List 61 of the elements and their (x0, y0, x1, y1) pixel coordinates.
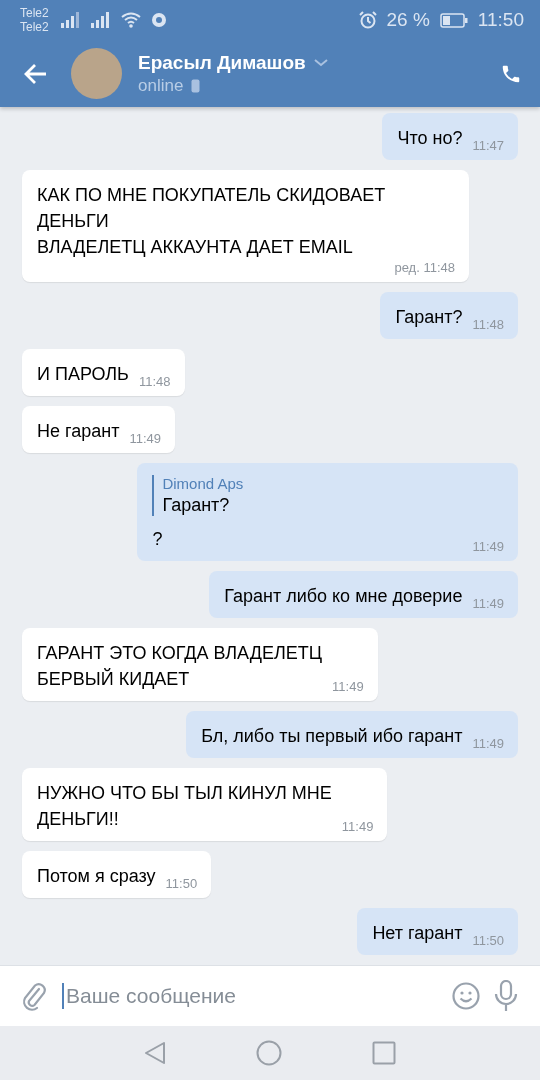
message-time: 11:49 (341, 819, 374, 834)
message-bubble[interactable]: ГАРАНТ ЭТО КОГДА ВЛАДЕЛЕТЦ БЕРВЫЙ КИДАЕТ 11:49 (22, 628, 378, 701)
message-text: Нет гарант (372, 922, 463, 945)
message-text: Бл, либо ты первый ибо гарант (201, 725, 463, 748)
message-time: ред. 11:48 (394, 260, 455, 275)
paperclip-icon[interactable] (22, 981, 48, 1011)
back-icon[interactable] (144, 1041, 166, 1065)
alarm-icon (358, 11, 377, 29)
message-text: Гарант либо ко мне доверие (224, 585, 463, 608)
message-bubble[interactable]: Что но? 11:47 (382, 113, 518, 160)
message-text: Не гарант (37, 420, 120, 443)
message-bubble[interactable]: Гарант либо ко мне доверие 11:49 (209, 571, 518, 618)
chevron-down-icon[interactable] (313, 58, 328, 67)
message-text: Гарант? (395, 306, 463, 329)
message-text: Потом я сразу (37, 865, 156, 888)
message-input[interactable]: Ваше сообщение (62, 983, 424, 1009)
message-text: ? (152, 528, 163, 551)
message-bubble[interactable]: Бл, либо ты первый ибо гарант 11:49 (186, 711, 518, 758)
message-bubble[interactable]: Dimond Aps Гарант? ? 11:49 (137, 463, 518, 561)
message-text: И ПАРОЛЬ (37, 363, 129, 386)
message-bubble[interactable]: Не гарант 11:49 (22, 406, 175, 453)
message-bubble[interactable]: КАК ПО МНЕ ПОКУПАТЕЛЬ СКИДОВАЕТ ДЕНЬГИ ВЛАДЕЛЕТЦ АККАУНТА ДАЕТ EMAIL ред. 11:48 (22, 170, 469, 282)
message-bubble[interactable]: Нет гарант 11:50 (357, 908, 518, 955)
message-text: КАК ПО МНЕ ПОКУПАТЕЛЬ СКИДОВАЕТ ДЕНЬГИ ВЛАДЕЛЕТЦ АККАУНТА ДАЕТ EMAIL (37, 184, 387, 259)
message-time: 11:49 (129, 431, 161, 446)
message-time: 11:49 (472, 596, 504, 611)
message-time: 11:50 (165, 876, 198, 891)
message-bubble[interactable]: И ПАРОЛЬ 11:48 (22, 349, 185, 396)
carrier-name: Tele2 (20, 20, 49, 34)
message-time: 11:49 (332, 679, 364, 694)
message-time: 11:48 (472, 317, 504, 332)
message-text: НУЖНО ЧТО БЫ ТЫЛ КИНУЛ МНЕ ДЕНЬГИ!! (37, 782, 332, 831)
message-bubble[interactable]: НУЖНО ЧТО БЫ ТЫЛ КИНУЛ МНЕ ДЕНЬГИ!! 11:49 (22, 768, 388, 841)
microphone-icon[interactable] (494, 980, 518, 1012)
browser-icon (150, 12, 167, 28)
wifi-icon (120, 12, 141, 28)
avatar[interactable] (71, 48, 122, 99)
message-time: 11:49 (472, 539, 504, 554)
reply-text: Гарант? (162, 495, 231, 516)
home-icon[interactable] (256, 1040, 282, 1066)
clock-time: 11:50 (477, 9, 524, 31)
message-bubble[interactable]: Потом я сразу 11:50 (22, 851, 212, 898)
contact-name[interactable]: Ерасыл Димашов (138, 51, 306, 74)
phone-device-icon (191, 78, 201, 93)
message-text: ГАРАНТ ЭТО КОГДА ВЛАДЕЛЕТЦ БЕРВЫЙ КИДАЕТ (37, 642, 323, 691)
signal-icon (60, 12, 81, 28)
back-arrow-icon[interactable] (24, 62, 48, 85)
message-bubble[interactable]: Гарант? 11:48 (380, 292, 518, 339)
battery-icon (439, 12, 468, 28)
message-time: 11:47 (472, 138, 504, 153)
reply-author: Dimond Aps (162, 475, 245, 492)
recents-icon[interactable] (372, 1041, 396, 1065)
message-time: 11:49 (472, 736, 504, 751)
message-text: Что но? (397, 127, 463, 150)
carrier-name: Tele2 (20, 6, 49, 20)
message-time: 11:48 (138, 374, 171, 389)
signal-icon (90, 12, 111, 28)
message-time: 11:50 (472, 933, 504, 948)
online-status: online (138, 75, 184, 96)
smiley-icon[interactable] (452, 982, 480, 1010)
battery-percent: 26 % (386, 9, 430, 31)
